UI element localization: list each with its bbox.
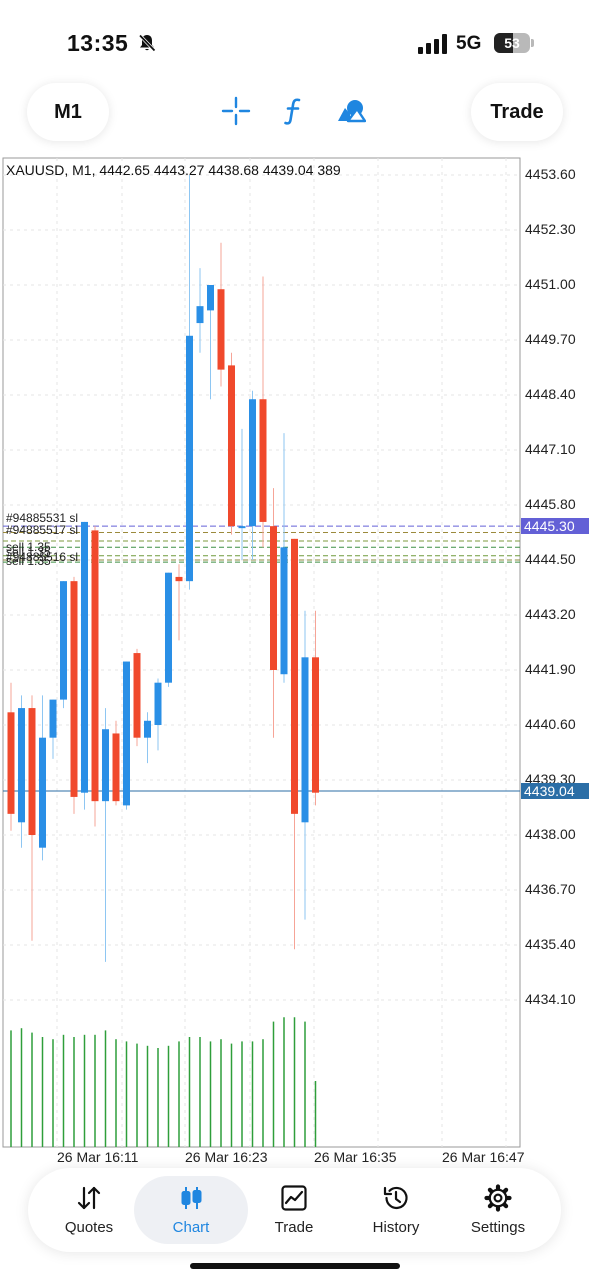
- home-indicator: [190, 1263, 400, 1269]
- candle-body: [301, 657, 309, 823]
- chart-title: XAUUSD, M1, 4442.65 4443.27 4438.68 4439…: [6, 162, 341, 178]
- candle-body: [259, 399, 267, 522]
- quotes-icon: [77, 1186, 101, 1210]
- signal-icon: [418, 34, 447, 54]
- candle-body: [154, 682, 162, 725]
- candle-body: [60, 581, 67, 700]
- nav-label: Trade: [274, 1219, 314, 1236]
- candle-body: [196, 306, 204, 324]
- price-axis-label: 4436.70: [525, 881, 576, 897]
- price-axis-label: 4434.10: [525, 991, 576, 1007]
- price-axis-label: 4453.60: [525, 166, 576, 182]
- price-axis-label: 4449.70: [525, 331, 576, 347]
- time-axis-label: 26 Mar 16:35: [314, 1149, 397, 1165]
- history-icon: [383, 1186, 408, 1210]
- nav-history[interactable]: History: [341, 1168, 451, 1252]
- candle-body: [175, 576, 183, 582]
- function-icon[interactable]: [278, 96, 308, 126]
- candle-body: [280, 547, 288, 675]
- candle-body: [249, 399, 256, 527]
- candle-body: [133, 653, 141, 738]
- candle-body: [7, 712, 15, 814]
- candle-body: [207, 285, 214, 311]
- candle-body: [102, 729, 109, 802]
- nav-label: Chart: [172, 1219, 210, 1236]
- candle-body: [228, 365, 235, 527]
- current-price-tag: 4439.04: [521, 783, 589, 799]
- candle-body: [186, 335, 193, 582]
- candle-body: [123, 661, 130, 806]
- bell-muted-icon: [138, 34, 156, 52]
- price-axis-label: 4441.90: [525, 661, 576, 677]
- nav-trade[interactable]: Trade: [239, 1168, 349, 1252]
- nav-quotes[interactable]: Quotes: [34, 1168, 144, 1252]
- time-axis-label: 26 Mar 16:47: [442, 1149, 525, 1165]
- candle-body: [39, 737, 46, 848]
- chart-canvas[interactable]: [0, 154, 589, 1170]
- nav-chart[interactable]: Chart: [134, 1176, 248, 1244]
- candle-body: [165, 572, 172, 683]
- time-axis-label: 26 Mar 16:23: [185, 1149, 268, 1165]
- candle-body: [291, 538, 298, 814]
- candle-body: [217, 289, 225, 370]
- price-axis-label: 4447.10: [525, 441, 576, 457]
- nav-settings[interactable]: Settings: [443, 1168, 553, 1252]
- price-axis-label: 4443.20: [525, 606, 576, 622]
- candle-body: [81, 521, 88, 793]
- price-axis-label: 4451.00: [525, 276, 576, 292]
- candle-body: [70, 581, 78, 797]
- price-axis-label: 4438.00: [525, 826, 576, 842]
- candle-body: [18, 708, 25, 823]
- upper-line-price-tag: 4445.30: [521, 518, 589, 534]
- nav-label: Quotes: [64, 1219, 114, 1236]
- status-time: 13:35: [67, 30, 129, 56]
- price-axis-label: 4452.30: [525, 221, 576, 237]
- candle-body: [49, 699, 57, 738]
- candle-body: [28, 708, 36, 835]
- price-axis-label: 4444.50: [525, 551, 576, 567]
- chart-icon: [181, 1187, 202, 1209]
- battery-icon: 53: [494, 33, 534, 53]
- price-chart[interactable]: XAUUSD, M1, 4442.65 4443.27 4438.68 4439…: [0, 154, 589, 1170]
- price-axis-label: 4440.60: [525, 716, 576, 732]
- candle-body: [270, 526, 277, 670]
- battery-level: 53: [504, 35, 520, 51]
- trade-button[interactable]: Trade: [471, 83, 563, 141]
- order-label[interactable]: #94885517 sl: [6, 524, 78, 536]
- candle-body: [91, 530, 99, 802]
- candle-body: [312, 657, 319, 793]
- network-label: 5G: [456, 33, 482, 54]
- candle-body: [144, 720, 151, 738]
- price-axis-label: 4448.40: [525, 386, 576, 402]
- bottom-nav: Quotes Chart Trade History Settings: [28, 1168, 561, 1252]
- settings-icon: [484, 1184, 512, 1212]
- time-axis-label: 26 Mar 16:11: [57, 1149, 139, 1165]
- crosshair-icon[interactable]: [221, 96, 251, 126]
- nav-label: History: [372, 1219, 420, 1236]
- order-label[interactable]: sell 1.35: [6, 555, 51, 567]
- price-axis-label: 4445.80: [525, 496, 576, 512]
- nav-label: Settings: [470, 1219, 526, 1236]
- status-bar: 13:35 5G 53: [0, 0, 589, 80]
- chart-toolbar: M1 Trade: [0, 80, 589, 150]
- objects-icon[interactable]: [336, 96, 366, 126]
- price-axis-label: 4435.40: [525, 936, 576, 952]
- timeframe-button[interactable]: M1: [27, 83, 109, 141]
- candle-body: [238, 526, 246, 529]
- candle-body: [112, 733, 120, 802]
- trade-icon: [281, 1185, 307, 1211]
